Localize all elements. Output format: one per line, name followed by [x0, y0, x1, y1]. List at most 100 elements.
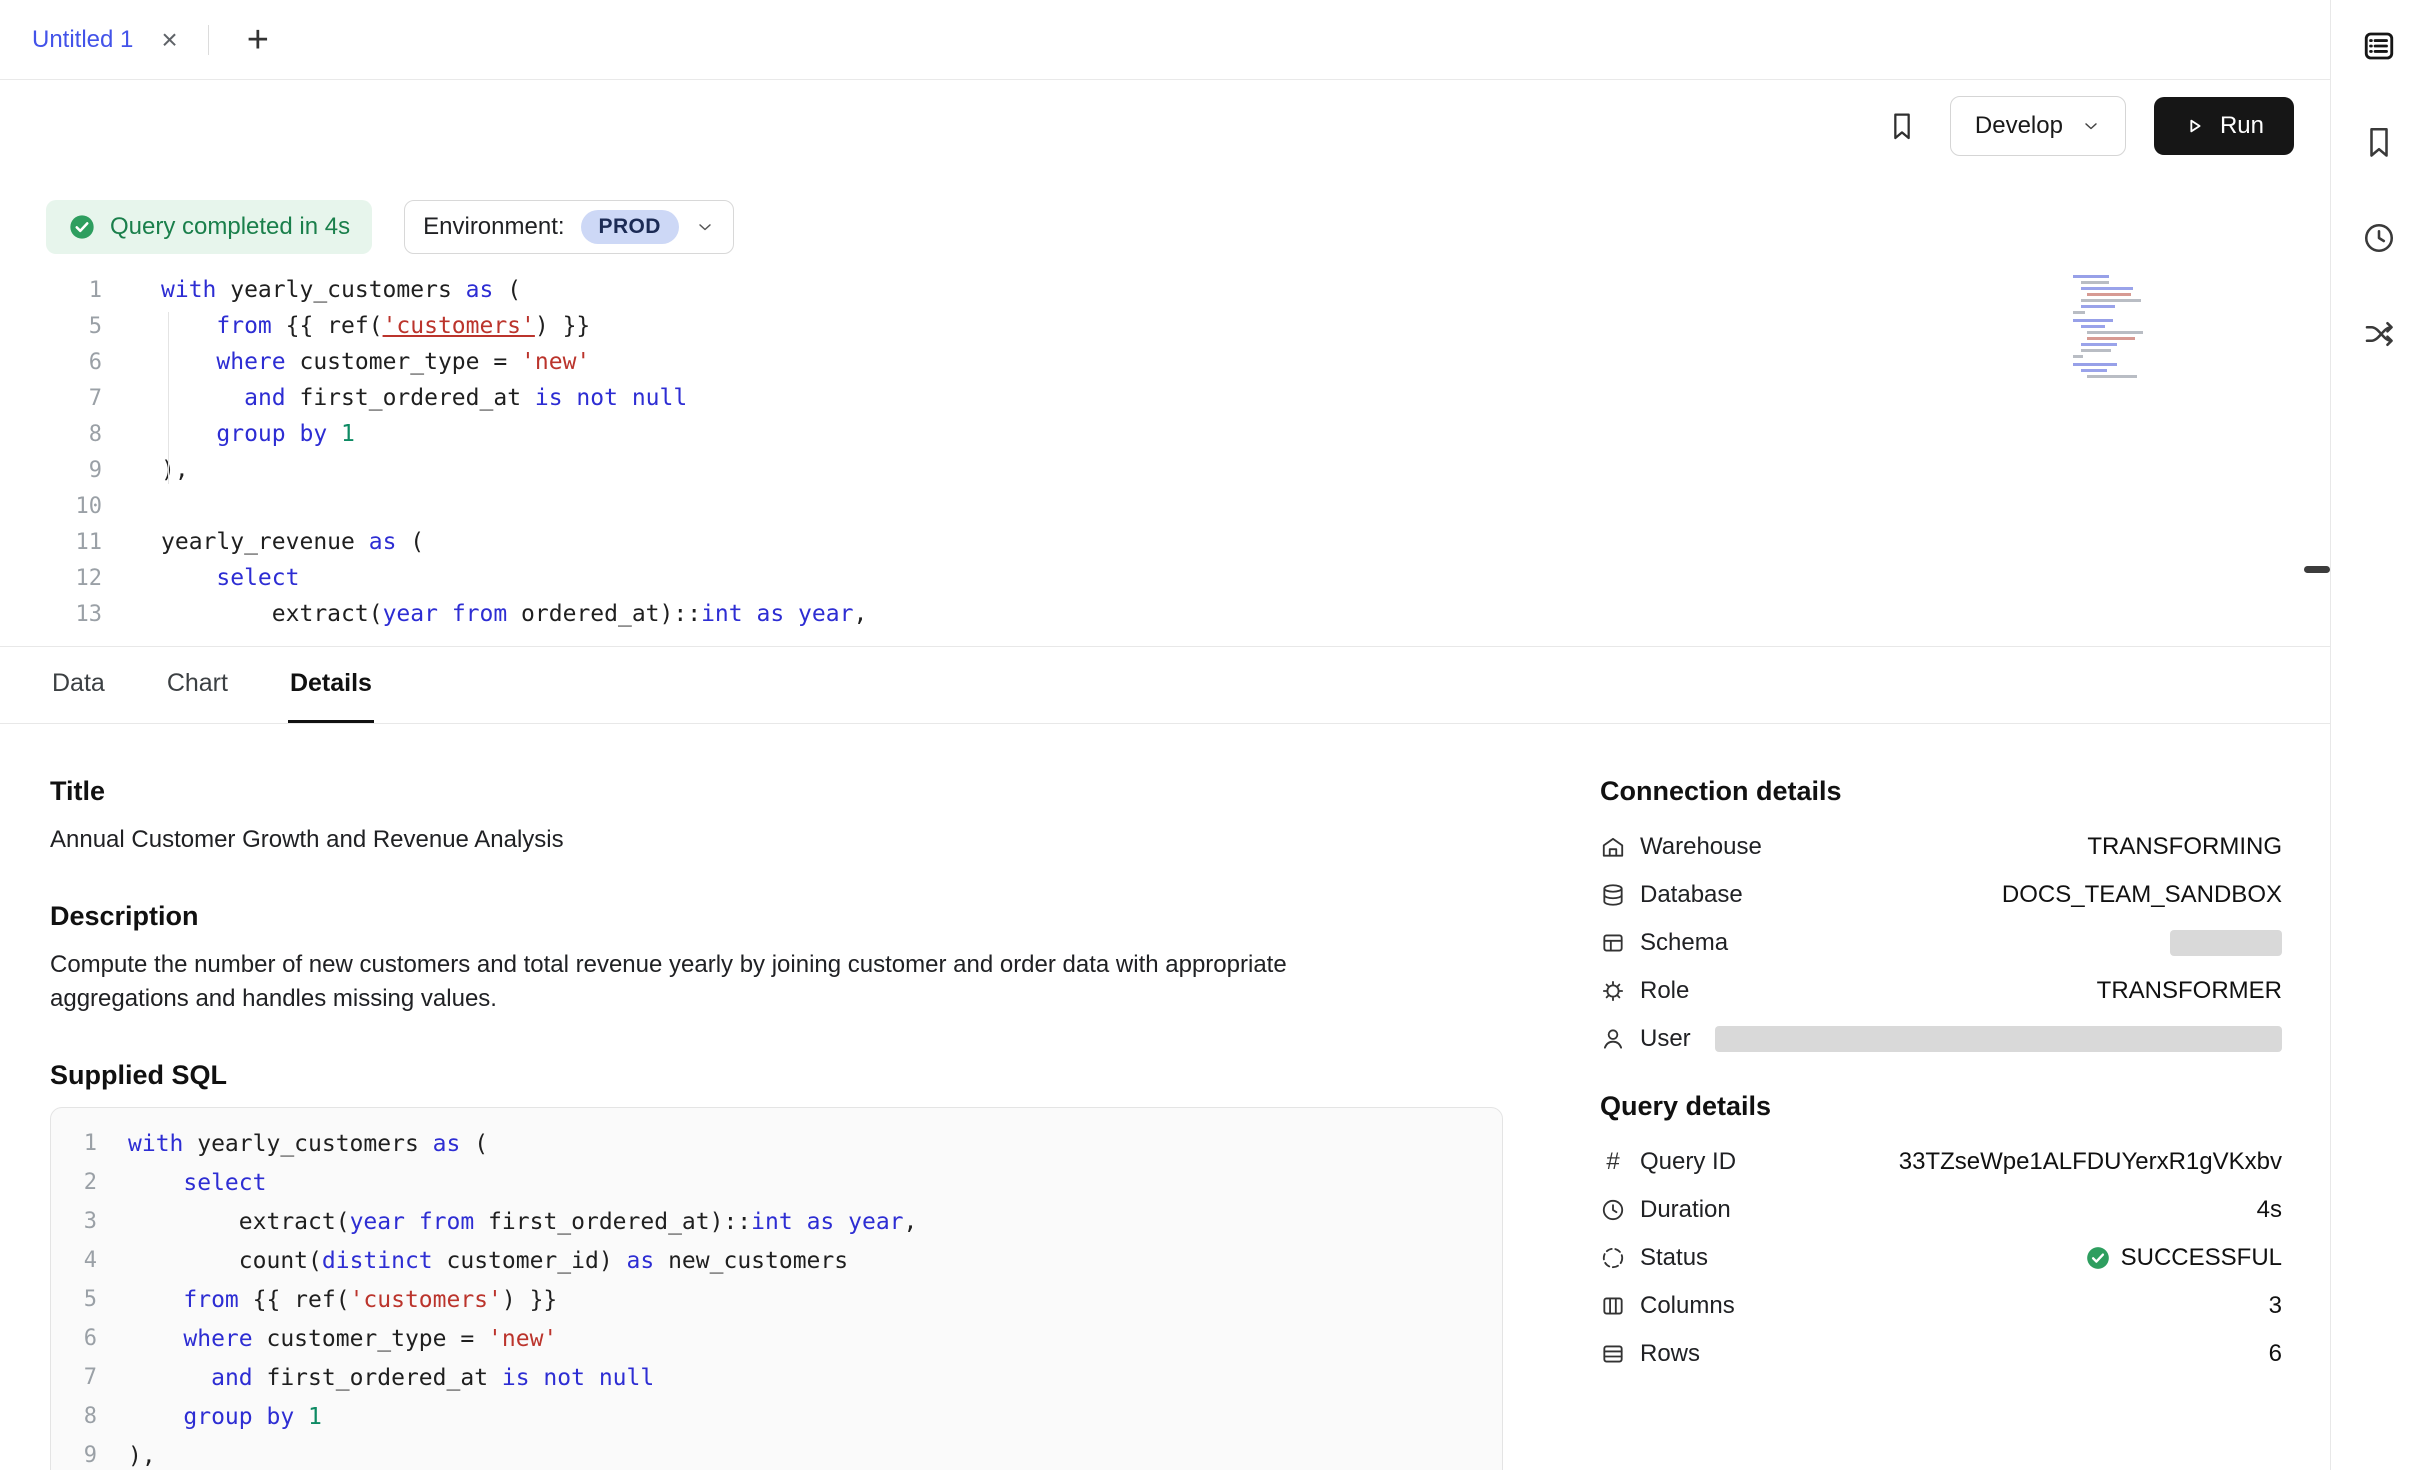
status-row: Query completed in 4s Environment: PROD — [0, 200, 2330, 254]
duration-row: Duration 4s — [1600, 1186, 2282, 1234]
supplied-sql-code-area: 1with yearly_customers as (2 select3 ext… — [51, 1124, 1502, 1470]
new-tab-button[interactable]: + — [239, 21, 277, 59]
columns-row: Columns 3 — [1600, 1282, 2282, 1330]
shuffle-arrows-icon — [2361, 316, 2397, 352]
success-check-icon — [2085, 1245, 2111, 1271]
query-details-heading: Query details — [1600, 1091, 2282, 1122]
line-number: 12 — [0, 566, 102, 591]
environment-selector[interactable]: Environment: PROD — [404, 200, 734, 254]
code-line: 8 group by 1 — [51, 1397, 1502, 1436]
tab-details[interactable]: Details — [288, 647, 374, 723]
history-panel-button[interactable] — [2357, 216, 2401, 260]
code-line: 11yearly_revenue as ( — [0, 524, 2330, 560]
code-line: 5 from {{ ref('customers') }} — [0, 308, 2330, 344]
schema-icon — [1600, 930, 1626, 956]
user-row: User — [1600, 1015, 2282, 1063]
columns-icon — [1600, 1293, 1626, 1319]
toolbar: Develop Run — [0, 80, 2330, 172]
line-number: 5 — [0, 314, 102, 339]
tab-untitled-1[interactable]: Untitled 1 × — [32, 0, 208, 79]
role-value: TRANSFORMER — [2097, 977, 2282, 1005]
line-number: 10 — [0, 494, 102, 519]
query-completed-badge: Query completed in 4s — [46, 200, 372, 254]
line-number: 6 — [51, 1326, 97, 1351]
schema-label: Schema — [1640, 929, 1728, 957]
close-tab-icon[interactable]: × — [161, 26, 177, 54]
supplied-sql-heading: Supplied SQL — [50, 1060, 1503, 1091]
details-panel: Title Annual Customer Growth and Revenue… — [0, 724, 2330, 1470]
supplied-sql-block: 1with yearly_customers as (2 select3 ext… — [50, 1107, 1503, 1470]
editor-scrollbar-thumb[interactable] — [2304, 566, 2330, 573]
clock-icon — [1600, 1197, 1626, 1223]
bookmarks-panel-button[interactable] — [2357, 120, 2401, 164]
code-line: 5 from {{ ref('customers') }} — [51, 1280, 1502, 1319]
status-row: Status SUCCESSFUL — [1600, 1234, 2282, 1282]
title-heading: Title — [50, 776, 1503, 807]
description-heading: Description — [50, 901, 1503, 932]
code-line: 9), — [0, 452, 2330, 488]
role-row: Role TRANSFORMER — [1600, 967, 2282, 1015]
role-icon — [1600, 978, 1626, 1004]
indent-guide — [168, 312, 169, 484]
code-line: 1with yearly_customers as ( — [0, 272, 2330, 308]
code-line: 6 where customer_type = 'new' — [51, 1319, 1502, 1358]
code-line: 4 count(distinct customer_id) as new_cus… — [51, 1241, 1502, 1280]
tab-chart[interactable]: Chart — [165, 647, 230, 723]
chevron-down-icon — [695, 217, 715, 237]
status-value-text: SUCCESSFUL — [2121, 1244, 2282, 1272]
columns-value: 3 — [2269, 1292, 2282, 1320]
database-label: Database — [1640, 881, 1743, 909]
editor-minimap[interactable] — [2073, 275, 2185, 385]
app-root: Untitled 1 × + Develop Run Quer — [0, 0, 2426, 1470]
query-id-label: Query ID — [1640, 1148, 1736, 1176]
warehouse-row: Warehouse TRANSFORMING — [1600, 823, 2282, 871]
lineage-panel-button[interactable] — [2357, 312, 2401, 356]
warehouse-value: TRANSFORMING — [2087, 833, 2282, 861]
tab-data[interactable]: Data — [50, 647, 107, 723]
line-number: 1 — [51, 1131, 97, 1156]
status-spinner-icon — [1600, 1245, 1626, 1271]
code-line: 7 and first_ordered_at is not null — [0, 380, 2330, 416]
check-circle-icon — [68, 213, 96, 241]
code-line: 13 extract(year from ordered_at)::int as… — [0, 596, 2330, 632]
details-left-column: Title Annual Customer Growth and Revenue… — [50, 776, 1503, 1470]
bookmark-icon — [2361, 124, 2397, 160]
develop-dropdown[interactable]: Develop — [1950, 96, 2126, 156]
bookmark-button[interactable] — [1882, 106, 1922, 146]
history-clock-icon — [2361, 220, 2397, 256]
rows-row: Rows 6 — [1600, 1330, 2282, 1378]
line-number: 5 — [51, 1287, 97, 1312]
sql-editor[interactable]: 1with yearly_customers as (5 from {{ ref… — [0, 272, 2330, 646]
duration-label: Duration — [1640, 1196, 1731, 1224]
query-id-row: # Query ID 33TZseWpe1ALFDUYerxR1gVKxbv — [1600, 1138, 2282, 1186]
editor-code-area: 1with yearly_customers as (5 from {{ ref… — [0, 272, 2330, 632]
role-label: Role — [1640, 977, 1689, 1005]
columns-label: Columns — [1640, 1292, 1735, 1320]
warehouse-label: Warehouse — [1640, 833, 1762, 861]
rows-label: Rows — [1640, 1340, 1700, 1368]
chevron-down-icon — [2081, 116, 2101, 136]
line-number: 9 — [0, 458, 102, 483]
line-number: 8 — [51, 1404, 97, 1429]
line-number: 9 — [51, 1443, 97, 1468]
code-line: 8 group by 1 — [0, 416, 2330, 452]
schema-row: Schema — [1600, 919, 2282, 967]
tab-details-label: Details — [290, 669, 372, 698]
develop-label: Develop — [1975, 112, 2063, 140]
rows-icon — [1600, 1341, 1626, 1367]
status-value: SUCCESSFUL — [2085, 1244, 2282, 1272]
database-row: Database DOCS_TEAM_SANDBOX — [1600, 871, 2282, 919]
line-number: 1 — [0, 278, 102, 303]
play-icon — [2184, 115, 2206, 137]
code-line: 1with yearly_customers as ( — [51, 1124, 1502, 1163]
code-line: 12 select — [0, 560, 2330, 596]
database-value: DOCS_TEAM_SANDBOX — [2002, 881, 2282, 909]
tab-data-label: Data — [52, 669, 105, 698]
code-line: 9), — [51, 1436, 1502, 1470]
code-line: 10 — [0, 488, 2330, 524]
tab-title: Untitled 1 — [32, 26, 133, 54]
queue-panel-button[interactable] — [2357, 24, 2401, 68]
editor-tab-bar: Untitled 1 × + — [0, 0, 2330, 80]
hash-icon: # — [1606, 1148, 1619, 1176]
run-button[interactable]: Run — [2154, 97, 2294, 155]
